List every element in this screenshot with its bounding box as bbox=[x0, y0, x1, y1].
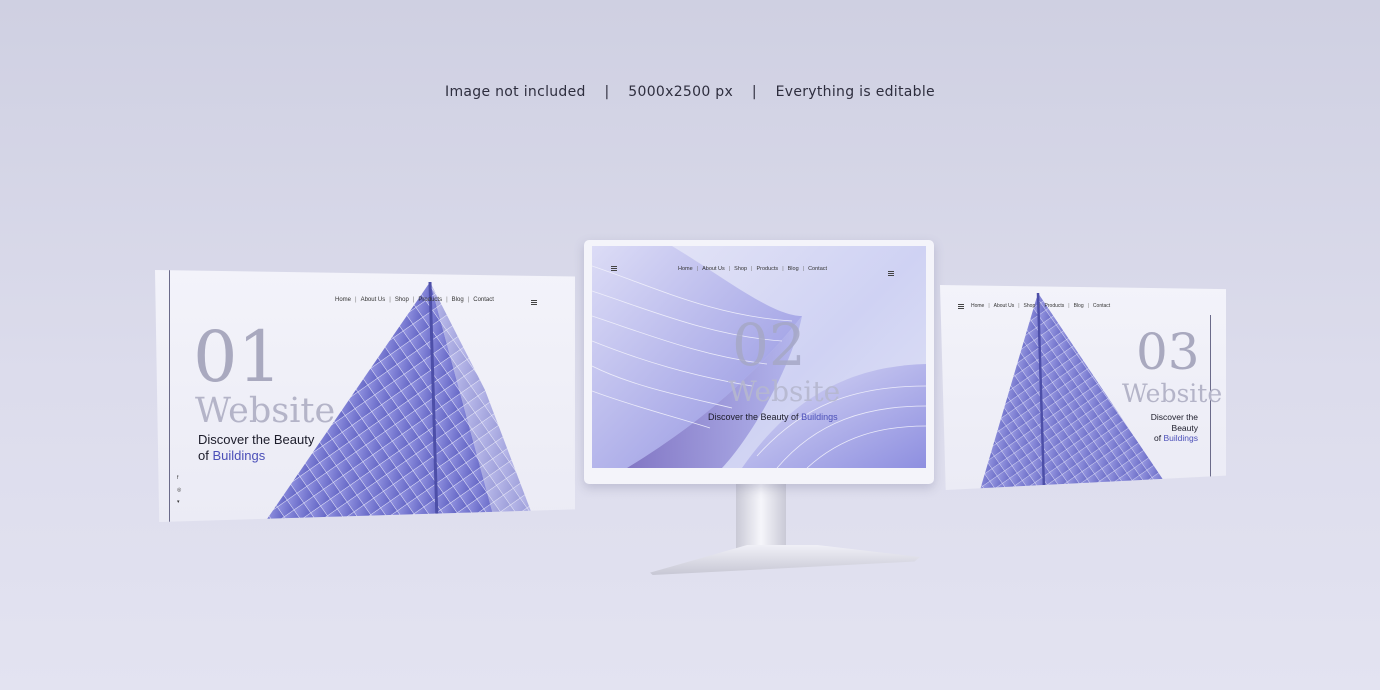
nav-home[interactable]: Home bbox=[971, 303, 984, 309]
tagline-line1: Discover the Beauty of bbox=[708, 412, 799, 422]
menu-icon[interactable] bbox=[888, 271, 894, 276]
nav-separator: | bbox=[1068, 303, 1070, 309]
nav-contact[interactable]: Contact bbox=[808, 266, 827, 272]
desktop-monitor: Home | About Us | Shop | Products | Blog | Co… bbox=[584, 240, 934, 484]
menu-icon[interactable] bbox=[958, 304, 964, 309]
tagline-highlight: Buildings bbox=[212, 448, 266, 464]
nav-separator: | bbox=[1039, 303, 1041, 309]
nav-separator: | bbox=[355, 297, 357, 303]
twitter-icon[interactable]: ▾ bbox=[177, 499, 181, 505]
facebook-icon[interactable]: f bbox=[177, 475, 181, 481]
nav-separator: | bbox=[1018, 303, 1020, 309]
nav-separator: | bbox=[1087, 303, 1089, 309]
nav-contact[interactable]: Contact bbox=[1093, 303, 1110, 309]
tagline-line1: Discover the Beauty bbox=[1150, 412, 1198, 433]
nav-blog[interactable]: Blog bbox=[1074, 303, 1084, 309]
nav-separator: | bbox=[696, 266, 699, 272]
caption-separator: | bbox=[751, 84, 757, 100]
tagline-highlight: Buildings bbox=[1163, 433, 1199, 444]
section-number: 02 bbox=[732, 311, 806, 379]
nav-separator: | bbox=[988, 303, 990, 309]
nav-contact[interactable]: Contact bbox=[473, 297, 494, 303]
left-divider-line bbox=[169, 270, 170, 522]
nav-separator: | bbox=[782, 266, 784, 272]
nav-separator: | bbox=[467, 297, 470, 303]
nav-shop[interactable]: Shop bbox=[395, 297, 409, 303]
nav-about[interactable]: About Us bbox=[994, 303, 1015, 309]
nav-products[interactable]: Products bbox=[418, 297, 442, 303]
nav-home[interactable]: Home bbox=[678, 266, 693, 272]
header-caption: Image not included | 5000x2500 px | Ever… bbox=[0, 84, 1380, 100]
nav-separator: | bbox=[728, 266, 731, 272]
hero-tagline: Discover the Beauty of Buildings bbox=[198, 432, 314, 465]
caption-size: 5000x2500 px bbox=[628, 84, 734, 100]
nav-separator: | bbox=[412, 297, 415, 303]
website-mockup-right: Home | About Us | Shop | Products | Blog | Co… bbox=[940, 285, 1226, 490]
tagline-prefix: of bbox=[1154, 433, 1162, 444]
nav-menu: Home | About Us | Shop | Products | Blog | Co… bbox=[335, 297, 494, 303]
hero-tagline: Discover the Beauty of Buildings bbox=[708, 412, 838, 423]
nav-separator: | bbox=[802, 266, 805, 272]
hero-word: Website bbox=[728, 375, 841, 408]
nav-separator: | bbox=[389, 297, 391, 303]
nav-about[interactable]: About Us bbox=[361, 297, 386, 303]
nav-menu: Home | About Us | Shop | Products | Blog | Co… bbox=[971, 303, 1110, 309]
tagline-line1: Discover the Beauty bbox=[198, 432, 315, 447]
menu-icon[interactable] bbox=[531, 300, 537, 305]
nav-home[interactable]: Home bbox=[335, 297, 351, 303]
caption-separator: | bbox=[604, 84, 610, 100]
nav-about[interactable]: About Us bbox=[702, 266, 725, 272]
hero-word: Website bbox=[195, 391, 336, 431]
hero-word: Website bbox=[1122, 379, 1223, 408]
tagline-highlight: Buildings bbox=[801, 412, 838, 422]
website-mockup-left: Home | About Us | Shop | Products | Blog | Co… bbox=[155, 270, 575, 522]
caption-image-note: Image not included bbox=[445, 84, 586, 100]
social-links: f ◎ ▾ bbox=[177, 475, 181, 505]
website-mockup-center: Home | About Us | Shop | Products | Blog | Co… bbox=[592, 246, 926, 468]
menu-icon[interactable] bbox=[611, 266, 617, 271]
nav-shop[interactable]: Shop bbox=[1024, 303, 1036, 309]
nav-blog[interactable]: Blog bbox=[452, 297, 464, 303]
tagline-prefix: of bbox=[198, 448, 209, 464]
caption-editable: Everything is editable bbox=[775, 84, 935, 100]
nav-separator: | bbox=[751, 266, 753, 272]
instagram-icon[interactable]: ◎ bbox=[177, 487, 181, 493]
nav-products[interactable]: Products bbox=[1045, 303, 1065, 309]
nav-blog[interactable]: Blog bbox=[788, 266, 799, 272]
nav-shop[interactable]: Shop bbox=[734, 266, 747, 272]
nav-separator: | bbox=[446, 297, 448, 303]
section-number: 03 bbox=[1136, 323, 1200, 381]
nav-products[interactable]: Products bbox=[756, 266, 778, 272]
hero-tagline: Discover the Beauty of Buildings bbox=[1122, 412, 1198, 444]
monitor-stand-base bbox=[650, 545, 920, 575]
section-number: 01 bbox=[193, 316, 283, 398]
nav-menu: Home | About Us | Shop | Products | Blog | Co… bbox=[678, 266, 827, 272]
